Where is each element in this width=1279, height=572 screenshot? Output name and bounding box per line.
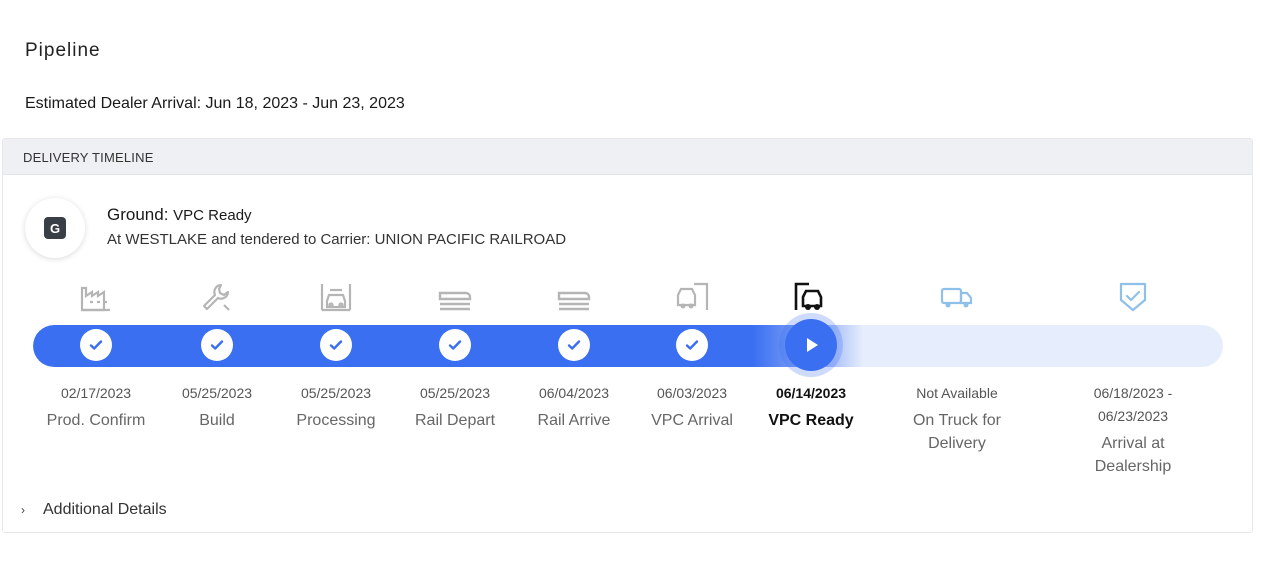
milestone-on-truck: Not Available On Truck for Delivery bbox=[892, 277, 1022, 452]
check-icon bbox=[320, 329, 352, 361]
milestone-vpc-ready: 06/14/2023 VPC Ready bbox=[746, 277, 876, 429]
factory-icon bbox=[31, 277, 161, 317]
play-icon bbox=[785, 319, 837, 371]
check-icon bbox=[558, 329, 590, 361]
milestone-label: Rail Depart bbox=[414, 412, 496, 429]
milestone-label: Rail Arrive bbox=[537, 412, 611, 429]
mode-status: VPC Ready bbox=[173, 207, 252, 224]
milestone-date: 05/25/2023 bbox=[300, 385, 372, 401]
milestone-processing: 05/25/2023 Processing bbox=[271, 277, 401, 429]
rail-depart-icon bbox=[390, 277, 520, 317]
wrench-icon bbox=[152, 277, 282, 317]
additional-details-label: Additional Details bbox=[43, 501, 167, 518]
milestone-date: 05/25/2023 bbox=[181, 385, 253, 401]
location-status: At WESTLAKE and tendered to Carrier: UNI… bbox=[107, 231, 567, 248]
additional-details-toggle[interactable]: › Additional Details bbox=[21, 501, 167, 519]
mode-label: Ground: bbox=[107, 205, 169, 224]
mode-badge: G bbox=[25, 198, 85, 258]
truck-icon bbox=[892, 277, 1022, 317]
milestone-label: Arrival at Dealership bbox=[1094, 435, 1172, 475]
milestone-date: 06/18/2023 - 06/23/2023 bbox=[1093, 385, 1173, 424]
delivery-timeline-card: DELIVERY TIMELINE G Ground: VPC Ready At… bbox=[2, 138, 1253, 533]
milestone-rail-depart: 05/25/2023 Rail Depart bbox=[390, 277, 520, 429]
processing-icon bbox=[271, 277, 401, 317]
milestone-date: 05/25/2023 bbox=[419, 385, 491, 401]
milestone-arrival-dealership: 06/18/2023 - 06/23/2023 Arrival at Deale… bbox=[1068, 277, 1198, 475]
page-title: Pipeline bbox=[25, 40, 101, 61]
check-icon bbox=[80, 329, 112, 361]
milestone-label: On Truck for Delivery bbox=[912, 412, 1002, 452]
vpc-ready-icon bbox=[746, 277, 876, 317]
rail-arrive-icon bbox=[509, 277, 639, 317]
vpc-arrival-icon bbox=[627, 277, 757, 317]
milestone-date: Not Available bbox=[916, 385, 998, 401]
milestone-label: Processing bbox=[296, 412, 376, 429]
shield-check-icon bbox=[1068, 277, 1198, 317]
milestone-date: 06/03/2023 bbox=[656, 385, 728, 401]
ground-mode-icon: G bbox=[44, 217, 66, 239]
milestone-label: Build bbox=[199, 412, 235, 429]
check-icon bbox=[439, 329, 471, 361]
milestone-date: 06/04/2023 bbox=[538, 385, 610, 401]
milestone-label: VPC Ready bbox=[768, 412, 854, 429]
milestone-label: VPC Arrival bbox=[651, 412, 733, 429]
milestone-date: 06/14/2023 bbox=[775, 385, 847, 401]
milestone-label: Prod. Confirm bbox=[46, 412, 146, 429]
card-header: DELIVERY TIMELINE bbox=[3, 139, 1252, 175]
milestone-date: 02/17/2023 bbox=[60, 385, 132, 401]
chevron-right-icon: › bbox=[21, 503, 25, 517]
milestone-vpc-arrival: 06/03/2023 VPC Arrival bbox=[627, 277, 757, 429]
milestone-build: 05/25/2023 Build bbox=[152, 277, 282, 429]
milestone-rail-arrive: 06/04/2023 Rail Arrive bbox=[509, 277, 639, 429]
shipping-mode: Ground: VPC Ready bbox=[107, 205, 252, 225]
estimated-arrival: Estimated Dealer Arrival: Jun 18, 2023 -… bbox=[25, 95, 405, 112]
check-icon bbox=[201, 329, 233, 361]
check-icon bbox=[676, 329, 708, 361]
milestone-prod-confirm: 02/17/2023 Prod. Confirm bbox=[31, 277, 161, 429]
